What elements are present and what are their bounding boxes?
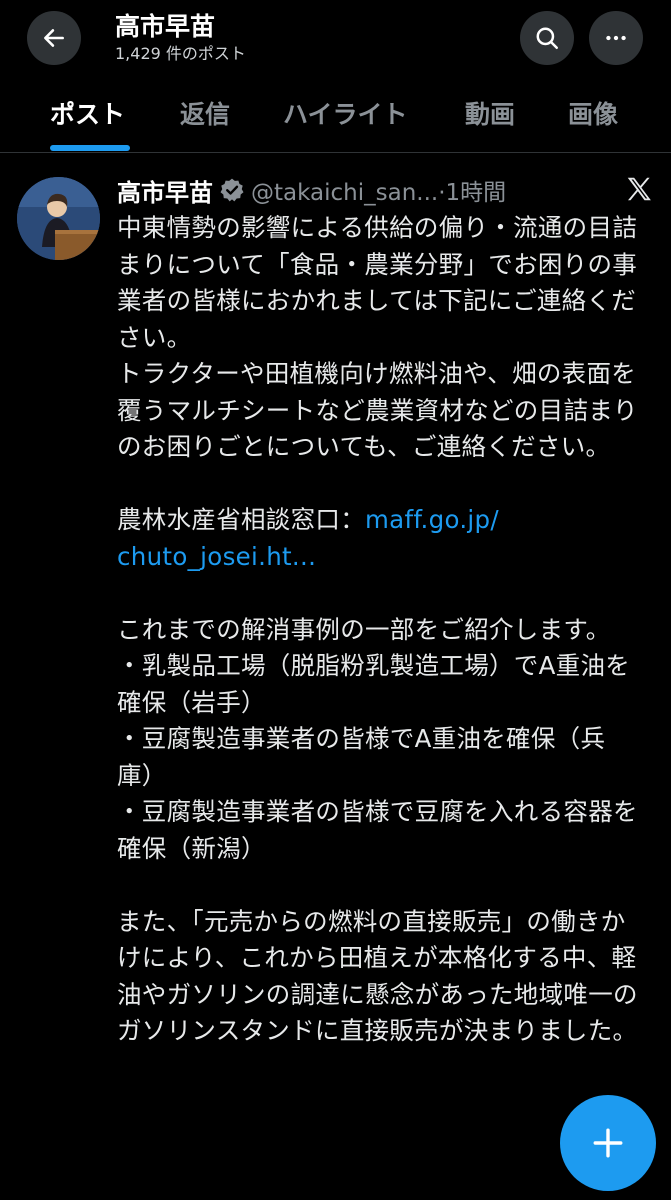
profile-title-block: 高市早苗 1,429 件のポスト (115, 12, 246, 64)
header-divider (0, 152, 671, 153)
post-link-path[interactable]: chuto_josei.ht... (117, 542, 316, 571)
compose-post-button[interactable] (560, 1095, 656, 1191)
profile-tabs: ポスト 返信 ハイライト 動画 画像 (0, 76, 671, 150)
post-text: 中東情勢の影響による供給の偏り・流通の目詰まりについて「食品・農業分野」でお困り… (117, 210, 647, 1050)
search-icon (536, 27, 558, 49)
more-button[interactable] (589, 11, 643, 65)
avatar[interactable] (17, 177, 100, 260)
arrow-left-icon (44, 29, 64, 47)
tab-replies[interactable]: 返信 (180, 76, 230, 150)
tab-highlights[interactable]: ハイライト (283, 76, 408, 150)
post-body-part-1: 中東情勢の影響による供給の偏り・流通の目詰まりについて「食品・農業分野」でお困り… (117, 213, 638, 534)
avatar-photo (17, 177, 100, 260)
post-handle-time: @takaichi_san...·1時間 (251, 180, 507, 206)
tab-videos[interactable]: 動画 (465, 76, 515, 150)
post-count: 1,429 件のポスト (115, 44, 246, 63)
post-link-domain[interactable]: maff.go.jp/ (365, 505, 499, 534)
active-tab-indicator (50, 145, 130, 151)
verified-badge-icon (220, 178, 244, 202)
more-horizontal-icon (606, 35, 626, 41)
post-body-part-2: これまでの解消事例の一部をご紹介します。 ・乳製品工場（脱脂粉乳製造工場）でA重… (117, 614, 638, 1046)
back-button[interactable] (27, 11, 81, 65)
post-header: 高市早苗 @takaichi_san...·1時間 (117, 170, 506, 210)
page-title: 高市早苗 (115, 12, 216, 41)
post-author[interactable]: 高市早苗 (117, 173, 213, 208)
x-logo-icon (627, 177, 651, 201)
tab-images[interactable]: 画像 (568, 76, 618, 150)
plus-icon (593, 1128, 623, 1158)
tab-posts[interactable]: ポスト (50, 76, 125, 150)
search-button[interactable] (520, 11, 574, 65)
top-bar: 高市早苗 1,429 件のポスト ポスト 返信 ハイライト 動画 画像 (0, 0, 671, 152)
